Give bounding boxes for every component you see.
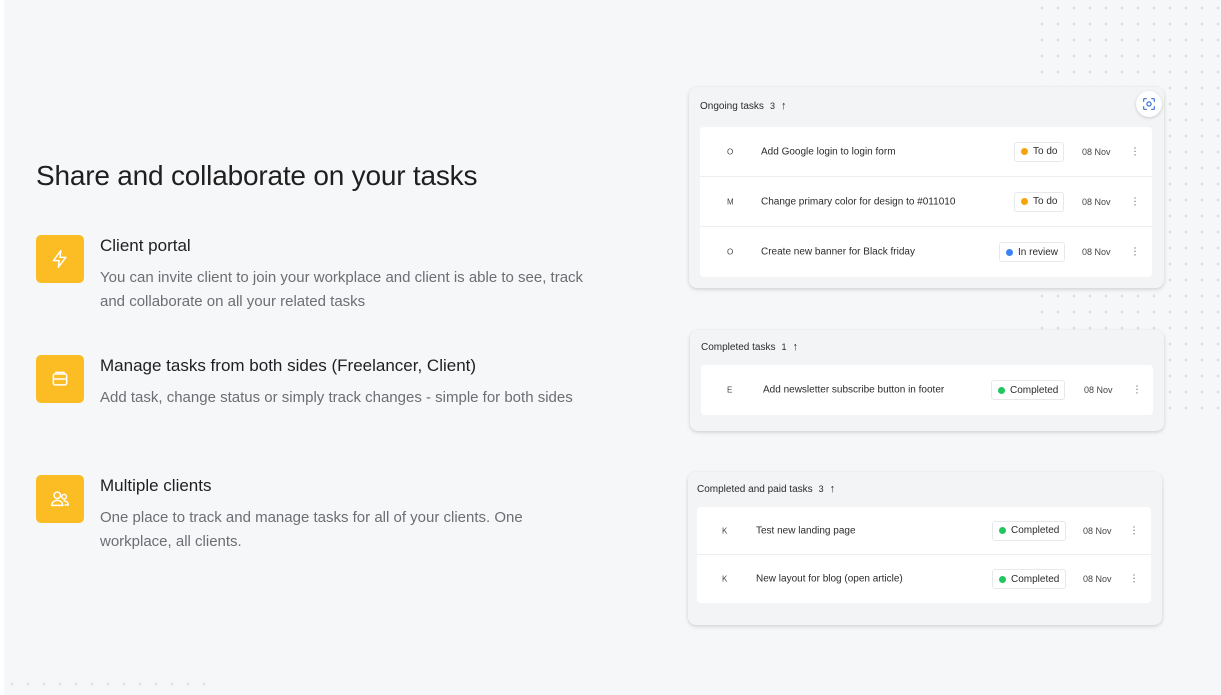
panel-header[interactable]: Completed and paid tasks 3 ↑	[697, 483, 835, 495]
more-options-icon[interactable]: ⋮	[1132, 385, 1142, 396]
task-row[interactable]: K New layout for blog (open article) Com…	[697, 555, 1151, 603]
task-name: Add Google login to login form	[761, 146, 896, 157]
task-name: Create new banner for Black friday	[761, 246, 915, 258]
feature-description: You can invite client to join your workp…	[100, 269, 584, 310]
more-options-icon[interactable]: ⋮	[1130, 196, 1140, 207]
status-dot	[999, 575, 1006, 583]
assignee-initial: K	[722, 526, 728, 535]
lightning-icon	[36, 235, 84, 283]
feature-title: Manage tasks from both sides (Freelancer…	[100, 356, 477, 375]
more-options-icon[interactable]: ⋮	[1130, 247, 1140, 258]
task-row[interactable]: M Change primary color for design to #01…	[700, 177, 1152, 227]
panel-title: Completed and paid tasks	[697, 483, 813, 495]
status-dot	[1021, 198, 1028, 205]
arrow-up-icon[interactable]: ↑	[793, 341, 799, 353]
status-dot	[998, 386, 1005, 394]
status-label: Completed	[1011, 573, 1060, 585]
completed-tasks-panel: Completed tasks 1 ↑ E Add newsletter sub…	[690, 330, 1164, 431]
assignee-initial: O	[727, 147, 734, 156]
paid-tasks-panel: Completed and paid tasks 3 ↑ K Test new …	[688, 472, 1162, 625]
task-count: 3	[769, 101, 775, 111]
status-badge[interactable]: Completed	[992, 569, 1067, 589]
task-name: Add newsletter subscribe button in foote…	[763, 384, 945, 396]
page-left-edge	[0, 0, 4, 695]
task-name: New layout for blog (open article)	[756, 573, 903, 585]
status-label: To do	[1033, 196, 1058, 207]
task-row[interactable]: O Add Google login to login form To do 0…	[700, 127, 1152, 177]
task-row[interactable]: O Create new banner for Black friday In …	[700, 227, 1152, 277]
task-date: 08 Nov	[1082, 247, 1111, 257]
feature-description: One place to track and manage tasks for …	[100, 509, 523, 550]
task-name: Test new landing page	[756, 525, 856, 536]
task-list: K Test new landing page Completed 08 Nov…	[697, 507, 1151, 603]
task-date: 08 Nov	[1083, 525, 1112, 536]
feature-title: Client portal	[100, 236, 191, 255]
task-list: E Add newsletter subscribe button in foo…	[701, 365, 1153, 415]
task-count: 1	[781, 342, 787, 352]
feature-title: Multiple clients	[100, 476, 212, 495]
more-options-icon[interactable]: ⋮	[1130, 146, 1140, 157]
task-count: 3	[818, 484, 824, 494]
task-list: O Add Google login to login form To do 0…	[700, 127, 1152, 277]
status-badge[interactable]: In review	[999, 242, 1066, 262]
assignee-initial: O	[727, 247, 734, 257]
task-row[interactable]: E Add newsletter subscribe button in foo…	[701, 365, 1153, 415]
decorative-dot-grid-bottom	[4, 676, 214, 695]
section-headline: Share and collaborate on your tasks	[36, 160, 478, 191]
status-badge[interactable]: Completed	[991, 380, 1066, 400]
task-row[interactable]: K Test new landing page Completed 08 Nov…	[697, 507, 1151, 555]
task-date: 08 Nov	[1083, 574, 1112, 584]
task-date: 08 Nov	[1084, 385, 1113, 395]
more-options-icon[interactable]: ⋮	[1129, 525, 1139, 536]
status-dot	[1021, 148, 1028, 155]
status-badge[interactable]: To do	[1014, 191, 1065, 212]
assignee-initial: K	[722, 574, 728, 584]
assignee-initial: E	[727, 385, 733, 395]
assignee-initial: M	[727, 197, 734, 206]
scan-icon[interactable]	[1136, 91, 1162, 117]
status-dot	[1006, 248, 1013, 256]
status-badge[interactable]: Completed	[992, 520, 1067, 541]
panel-title: Completed tasks	[701, 341, 776, 353]
arrow-up-icon[interactable]: ↑	[781, 100, 787, 112]
users-icon	[36, 475, 84, 523]
task-date: 08 Nov	[1082, 146, 1111, 157]
status-badge[interactable]: To do	[1014, 141, 1065, 162]
panel-header[interactable]: Ongoing tasks 3 ↑	[700, 100, 786, 112]
panel-title: Ongoing tasks	[700, 100, 764, 112]
arrow-up-icon[interactable]: ↑	[830, 483, 836, 495]
status-dot	[999, 527, 1006, 534]
status-label: In review	[1018, 246, 1059, 258]
status-label: Completed	[1011, 525, 1060, 536]
status-label: Completed	[1010, 384, 1059, 396]
tray-icon	[36, 355, 84, 403]
feature-description: Add task, change status or simply track …	[100, 389, 573, 406]
task-name: Change primary color for design to #0110…	[761, 196, 956, 207]
task-date: 08 Nov	[1082, 196, 1111, 207]
status-label: To do	[1033, 146, 1058, 157]
ongoing-tasks-panel: Ongoing tasks 3 ↑ O Add Google login to …	[689, 87, 1164, 288]
panel-header[interactable]: Completed tasks 1 ↑	[701, 341, 798, 353]
more-options-icon[interactable]: ⋮	[1129, 574, 1139, 585]
